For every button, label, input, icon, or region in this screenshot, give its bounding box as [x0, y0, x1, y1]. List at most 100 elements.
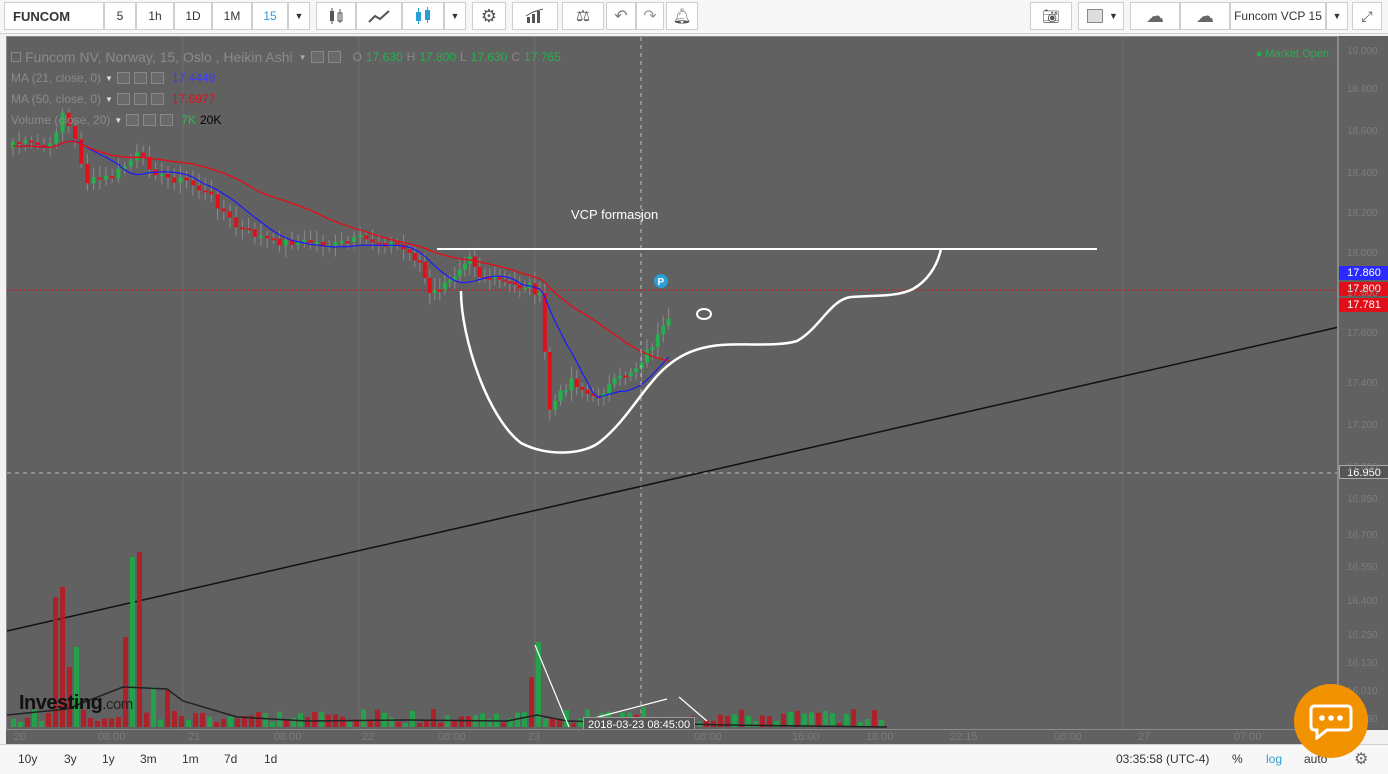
time-tick-label: 22 — [362, 731, 375, 743]
candle-body — [17, 141, 22, 144]
chart-pane[interactable]: P Funcom NV, Norway, 15, Oslo , Heikin A… — [6, 36, 1338, 730]
layout-name[interactable]: Funcom VCP 15 — [1230, 2, 1326, 30]
eye-icon[interactable] — [116, 93, 130, 105]
line-style-button[interactable] — [356, 2, 402, 30]
time-tick-label: 08:00 — [438, 731, 466, 743]
settings-icon[interactable] — [327, 51, 341, 63]
settings-icon[interactable] — [143, 114, 157, 126]
chart-type-dropdown[interactable]: ▼ — [444, 2, 466, 30]
layout-button[interactable]: ▼ — [1078, 2, 1124, 30]
range-10y-button[interactable]: 10y — [18, 752, 37, 766]
settings-button[interactable]: ⚙ — [472, 2, 506, 30]
fullscreen-button[interactable]: ⤢ — [1352, 2, 1382, 30]
chat-button[interactable] — [1294, 684, 1368, 758]
range-3m-button[interactable]: 3m — [140, 752, 157, 766]
chevron-down-icon: ▼ — [1332, 11, 1342, 21]
price-tick-label: 18.200 — [1347, 208, 1378, 219]
eye-icon[interactable] — [116, 72, 130, 84]
interval-1h-button[interactable]: 1h — [136, 2, 174, 30]
close-icon[interactable] — [150, 93, 164, 105]
volume-bar — [88, 718, 93, 727]
price-tick-label: 18.000 — [1347, 248, 1378, 259]
load-cloud-button[interactable]: ☁ — [1130, 2, 1180, 30]
price-chart[interactable]: P — [7, 37, 1338, 730]
chevron-down-icon[interactable]: ▼ — [114, 116, 122, 125]
volume-bar — [550, 718, 555, 727]
snapshot-button[interactable]: 📷︎ — [1030, 2, 1072, 30]
ohlc-o-label: O — [352, 50, 362, 64]
candle-body — [116, 168, 121, 179]
range-3y-button[interactable]: 3y — [64, 752, 77, 766]
bell-plus-icon: 🔔︎ — [672, 8, 692, 25]
candle-body — [553, 401, 558, 410]
heikin-ashi-button[interactable] — [402, 2, 444, 30]
layout-name-dropdown[interactable]: ▼ — [1326, 2, 1348, 30]
chevron-down-icon[interactable]: ▼ — [105, 74, 113, 83]
time-axis[interactable]: 20 08:00 21 08:00 22 08:00 23 08:00 16:00 18:00 22… — [6, 730, 1338, 744]
candle-body — [159, 173, 164, 176]
volume-bar — [116, 717, 121, 727]
interval-15-button[interactable]: 15 — [252, 2, 288, 30]
collapse-icon[interactable] — [11, 52, 21, 62]
redo-icon: ↷ — [643, 8, 657, 25]
volume-bar — [802, 713, 807, 727]
chat-bubble-icon — [1309, 704, 1353, 740]
crosshair-time-label: 2018-03-23 08:45:00 — [583, 717, 696, 729]
price-axis[interactable]: 17.860 17.800 17.781 16.950 19.000 18.800… — [1338, 36, 1388, 730]
compare-button[interactable]: ⚖ — [562, 2, 604, 30]
settings-icon[interactable] — [133, 93, 147, 105]
close-icon[interactable] — [150, 72, 164, 84]
symbol-input[interactable]: FUNCOM — [4, 2, 104, 30]
candle-body — [23, 140, 28, 144]
alert-button[interactable]: 🔔︎ — [666, 2, 698, 30]
candle-body — [655, 334, 660, 348]
volume-bar — [529, 677, 534, 727]
save-cloud-button[interactable]: ☁ — [1180, 2, 1230, 30]
settings-icon[interactable] — [133, 72, 147, 84]
candle-style-button[interactable] — [316, 2, 356, 30]
interval-5-button[interactable]: 5 — [104, 2, 136, 30]
candle-body — [645, 349, 649, 363]
ohlc-h: 17.800 — [419, 50, 457, 64]
interval-dropdown[interactable]: ▼ — [288, 2, 310, 30]
ma21-value: 17.4448 — [171, 71, 216, 85]
candle-body — [252, 229, 257, 237]
log-toggle[interactable]: log — [1266, 752, 1282, 766]
chevron-down-icon[interactable]: ▼ — [299, 53, 307, 62]
redo-button[interactable]: ↷ — [636, 2, 664, 30]
chevron-down-icon[interactable]: ▼ — [105, 95, 113, 104]
undo-button[interactable]: ↶ — [606, 2, 636, 30]
candle-body — [321, 241, 325, 246]
close-icon[interactable] — [160, 114, 174, 126]
interval-1d-button[interactable]: 1D — [174, 2, 212, 30]
volume-bar — [830, 713, 835, 727]
candle-body — [234, 217, 239, 228]
candle-body — [628, 372, 633, 377]
candle-body — [447, 280, 452, 283]
range-7d-button[interactable]: 7d — [224, 752, 237, 766]
indicators-button[interactable] — [512, 2, 558, 30]
range-1m-button[interactable]: 1m — [182, 752, 199, 766]
ohlc-l-label: L — [460, 50, 467, 64]
vcp-annotation[interactable]: VCP formasjon — [571, 207, 658, 222]
eye-icon[interactable] — [310, 51, 324, 63]
market-status-text: Market Open — [1265, 48, 1329, 60]
candle-body — [314, 241, 319, 244]
range-1y-button[interactable]: 1y — [102, 752, 115, 766]
time-tick-label: 16:00 — [792, 731, 820, 743]
eye-icon[interactable] — [126, 114, 140, 126]
candle-body — [283, 239, 288, 246]
volume-bar — [102, 718, 107, 727]
percent-toggle[interactable]: % — [1232, 752, 1243, 766]
candle-body — [612, 378, 617, 385]
volume-bar — [466, 716, 471, 727]
candle-body — [537, 293, 542, 296]
pivot-circle — [696, 308, 712, 320]
candle-body — [457, 269, 462, 277]
range-1d-button[interactable]: 1d — [264, 752, 277, 766]
volume-bar — [200, 712, 205, 727]
interval-1m-button[interactable]: 1M — [212, 2, 252, 30]
gear-icon[interactable]: ⚙ — [1354, 749, 1368, 769]
volume-bar — [305, 717, 310, 727]
candle-body — [240, 227, 245, 230]
